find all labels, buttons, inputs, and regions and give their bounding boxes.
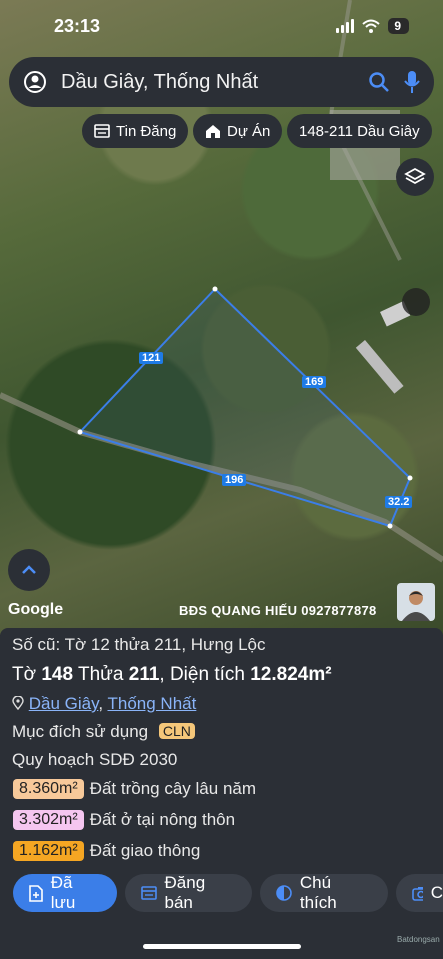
- chip-du-an[interactable]: Dự Án: [193, 114, 283, 148]
- contrast-icon: [276, 885, 292, 901]
- province-link[interactable]: Thống Nhất: [108, 694, 197, 713]
- purpose-code-badge: CLN: [158, 723, 195, 739]
- photo-label: C: [430, 883, 443, 902]
- status-icons: 9: [336, 18, 409, 34]
- location-row: Dầu Giây, Thống Nhất: [12, 694, 196, 714]
- area-value: 12.824m²: [250, 664, 332, 685]
- edge-label-121: 121: [139, 352, 164, 364]
- signal-icon: [336, 19, 355, 33]
- edge-label-169: 169: [302, 376, 327, 388]
- purpose-label: Mục đích sử dụng: [12, 722, 149, 741]
- planning-title: Quy hoạch SDĐ 2030: [12, 750, 178, 769]
- thua-label: Thửa: [78, 664, 124, 685]
- search-icon[interactable]: [368, 71, 390, 93]
- legend-label: Đất trồng cây lâu năm: [89, 779, 257, 798]
- note-button[interactable]: Chú thích: [260, 873, 388, 912]
- legend-label: Đất giao thông: [89, 841, 201, 860]
- listing-icon: [141, 886, 157, 900]
- listing-icon: [94, 124, 110, 138]
- old-parcel-info: Số cũ: Tờ 12 thửa 211, Hưng Lộc: [12, 635, 266, 654]
- chip-label: 148-211 Dầu Giây: [299, 122, 420, 140]
- area-label: , Diện tích: [159, 664, 245, 685]
- watermark: BĐS QUANG HIẾU 0927877878: [179, 603, 377, 618]
- chip-label: Tin Đăng: [116, 122, 177, 140]
- location-pin-icon: [12, 695, 24, 711]
- legend-item: 1.162m² Đất giao thông: [13, 841, 200, 861]
- saved-label: Đã lưu: [50, 873, 76, 912]
- search-bar[interactable]: Dầu Giây, Thống Nhất: [9, 57, 434, 107]
- saved-doc-icon: [29, 884, 43, 902]
- legend-item: 8.360m² Đất trồng cây lâu năm: [13, 779, 256, 799]
- edge-label-32-2: 32.2: [385, 496, 413, 508]
- avatar-image: [402, 591, 430, 621]
- camera-icon: [412, 886, 423, 901]
- photo-button[interactable]: C: [396, 874, 443, 912]
- legend-area: 3.302m²: [13, 810, 84, 830]
- wifi-icon: [362, 19, 380, 33]
- microphone-icon[interactable]: [404, 70, 420, 94]
- district-link[interactable]: Dầu Giây: [29, 694, 99, 713]
- edge-label-196: 196: [222, 474, 247, 486]
- to-value: 148: [41, 664, 74, 685]
- parcel-title: Tờ 148 Thửa 211, Diện tích 12.824m²: [12, 664, 332, 686]
- layers-button[interactable]: [396, 158, 434, 196]
- location-separator: ,: [98, 694, 104, 713]
- status-bar: 23:13 9: [0, 0, 443, 52]
- purpose-row: Mục đích sử dụng CLN: [12, 722, 195, 742]
- chip-label: Dự Án: [227, 122, 271, 140]
- layers-icon: [404, 167, 426, 185]
- battery-indicator: 9: [388, 18, 409, 34]
- status-time: 23:13: [54, 16, 101, 36]
- account-icon[interactable]: [23, 70, 47, 94]
- thua-value: 211: [128, 664, 160, 685]
- map-control-button[interactable]: [402, 288, 430, 316]
- avatar[interactable]: [397, 583, 435, 621]
- post-sale-label: Đăng bán: [164, 873, 206, 912]
- expand-button[interactable]: [8, 549, 50, 591]
- note-label: Chú thích: [299, 873, 337, 912]
- search-query[interactable]: Dầu Giây, Thống Nhất: [61, 71, 368, 94]
- to-label: Tờ: [12, 664, 37, 685]
- chevron-up-icon: [22, 565, 36, 574]
- home-indicator[interactable]: [143, 944, 301, 949]
- chip-parcel[interactable]: 148-211 Dầu Giây: [287, 114, 432, 148]
- legend-label: Đất ở tại nông thôn: [89, 810, 236, 829]
- chip-tin-dang[interactable]: Tin Đăng: [82, 114, 189, 148]
- brand-logo: Batdongsan: [397, 935, 440, 944]
- legend-area: 8.360m²: [13, 779, 84, 799]
- legend-item: 3.302m² Đất ở tại nông thôn: [13, 810, 235, 830]
- legend-area: 1.162m²: [13, 841, 84, 861]
- post-sale-button[interactable]: Đăng bán: [125, 873, 252, 912]
- google-logo: Google: [8, 601, 64, 618]
- saved-button[interactable]: Đã lưu: [13, 873, 117, 912]
- project-icon: [206, 124, 220, 138]
